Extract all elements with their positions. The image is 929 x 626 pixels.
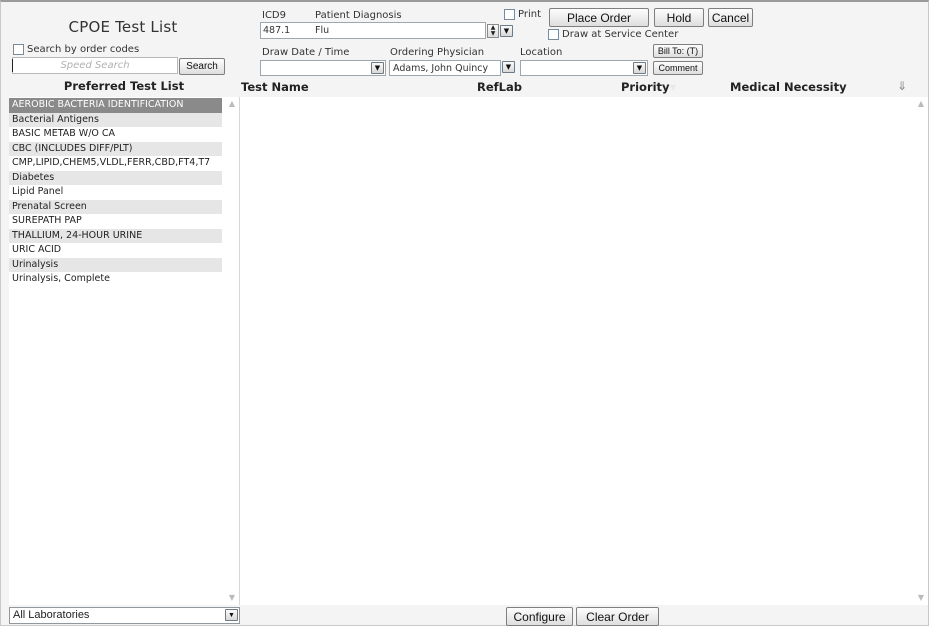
chevron-down-icon: ▼ — [636, 63, 643, 72]
icd9-label: ICD9 — [262, 10, 286, 21]
search-by-codes-row: Search by order codes — [13, 44, 139, 55]
preferred-test-item[interactable]: THALLIUM, 24-HOUR URINE — [9, 228, 222, 243]
chevron-down-icon: ▼ — [374, 63, 381, 72]
location-select[interactable]: ▼ — [520, 60, 648, 76]
scroll-up-icon[interactable]: ▲ — [915, 99, 927, 109]
preferred-test-item[interactable]: Lipid Panel — [9, 185, 222, 200]
text-cursor — [12, 59, 13, 72]
sort-down-icon[interactable]: ⇓ — [897, 79, 907, 93]
hold-button[interactable]: Hold — [654, 8, 704, 27]
physician-select[interactable]: Adams, John Quincy ▼ — [389, 60, 517, 76]
preferred-test-item[interactable]: AEROBIC BACTERIA IDENTIFICATION — [9, 98, 222, 113]
order-items-panel: ▲ ▼ — [239, 97, 928, 605]
place-order-button[interactable]: Place Order — [549, 8, 649, 27]
physician-value: Adams, John Quincy — [393, 63, 489, 74]
configure-button[interactable]: Configure — [506, 607, 573, 626]
draw-at-service-checkbox[interactable] — [548, 29, 559, 40]
diagnosis-value: Flu — [315, 25, 330, 36]
preferred-list-header: Preferred Test List — [63, 79, 185, 93]
physician-dropdown-arrow[interactable]: ▼ — [502, 61, 515, 73]
diagnosis-spinner[interactable]: ▲ ▼ — [487, 24, 499, 38]
diagnosis-label: Patient Diagnosis — [315, 10, 402, 21]
draw-at-service-row: Draw at Service Center — [548, 29, 678, 40]
bill-to-button[interactable]: Bill To: (T) — [653, 44, 703, 58]
preferred-test-item[interactable]: Urinalysis, Complete — [9, 272, 222, 287]
scroll-down-icon[interactable]: ▼ — [915, 593, 927, 603]
preferred-test-items: AEROBIC BACTERIA IDENTIFICATION Bacterial… — [9, 98, 222, 287]
order-panel-scrollbar[interactable]: ▲ ▼ — [914, 97, 928, 605]
print-row: Print — [504, 9, 541, 20]
draw-date-select[interactable]: ▼ — [260, 60, 386, 76]
comment-button[interactable]: Comment — [653, 61, 703, 75]
icd9-value: 487.1 — [263, 25, 291, 36]
location-dropdown-arrow[interactable]: ▼ — [633, 62, 646, 74]
location-label: Location — [520, 47, 563, 58]
reflab-column-header[interactable]: RefLab — [477, 80, 522, 94]
spinner-down-icon[interactable]: ▼ — [488, 31, 498, 37]
preferred-test-item[interactable]: Prenatal Screen — [9, 199, 222, 214]
preferred-test-item[interactable]: CMP,LIPID,CHEM5,VLDL,FERR,CBD,FT4,T7 — [9, 156, 222, 171]
priority-sort-icon: ▼ — [670, 83, 677, 92]
chevron-down-icon: ▼ — [228, 611, 235, 619]
preferred-test-item[interactable]: Bacterial Antigens — [9, 112, 222, 127]
preferred-test-item[interactable]: BASIC METAB W/O CA — [9, 127, 222, 142]
print-checkbox[interactable] — [504, 9, 515, 20]
search-by-codes-label: Search by order codes — [27, 44, 140, 55]
scroll-up-icon[interactable]: ▲ — [226, 99, 238, 109]
search-button[interactable]: Search — [179, 58, 225, 75]
draw-date-label: Draw Date / Time — [262, 47, 350, 58]
search-by-codes-checkbox[interactable] — [13, 44, 24, 55]
draw-at-service-label: Draw at Service Center — [562, 29, 679, 40]
test-name-column-header[interactable]: Test Name — [241, 80, 309, 94]
preferred-test-item[interactable]: CBC (INCLUDES DIFF/PLT) — [9, 141, 222, 156]
speed-search-input[interactable] — [12, 57, 178, 74]
preferred-test-item[interactable]: URIC ACID — [9, 243, 222, 258]
chevron-down-icon: ▼ — [505, 62, 512, 71]
preferred-test-list: AEROBIC BACTERIA IDENTIFICATION Bacterial… — [9, 97, 239, 605]
scroll-down-icon[interactable]: ▼ — [226, 593, 238, 603]
cpoe-window: CPOE Test List Search by order codes Sea… — [0, 0, 929, 626]
draw-date-dropdown-arrow[interactable]: ▼ — [371, 62, 384, 74]
physician-value-box: Adams, John Quincy — [389, 60, 501, 76]
laboratory-select-value: All Laboratories — [13, 609, 90, 621]
medical-necessity-column-header[interactable]: Medical Necessity — [730, 80, 847, 94]
laboratory-dropdown-arrow[interactable]: ▼ — [225, 609, 238, 621]
priority-column-header[interactable]: Priority — [621, 80, 670, 94]
preferred-list-scrollbar[interactable]: ▲ ▼ — [225, 97, 239, 605]
preferred-test-item[interactable]: Urinalysis — [9, 257, 222, 272]
chevron-down-icon: ▼ — [503, 26, 510, 35]
print-label: Print — [518, 9, 542, 20]
page-title: CPOE Test List — [68, 18, 178, 36]
physician-label: Ordering Physician — [390, 47, 485, 58]
clear-order-button[interactable]: Clear Order — [576, 607, 659, 626]
diagnosis-field[interactable]: 487.1 Flu — [260, 22, 486, 39]
laboratory-select[interactable]: All Laboratories ▼ — [9, 607, 240, 624]
diagnosis-dropdown-arrow[interactable]: ▼ — [500, 25, 513, 37]
preferred-test-item[interactable]: SUREPATH PAP — [9, 214, 222, 229]
preferred-test-item[interactable]: Diabetes — [9, 170, 222, 185]
cancel-button[interactable]: Cancel — [708, 8, 753, 27]
